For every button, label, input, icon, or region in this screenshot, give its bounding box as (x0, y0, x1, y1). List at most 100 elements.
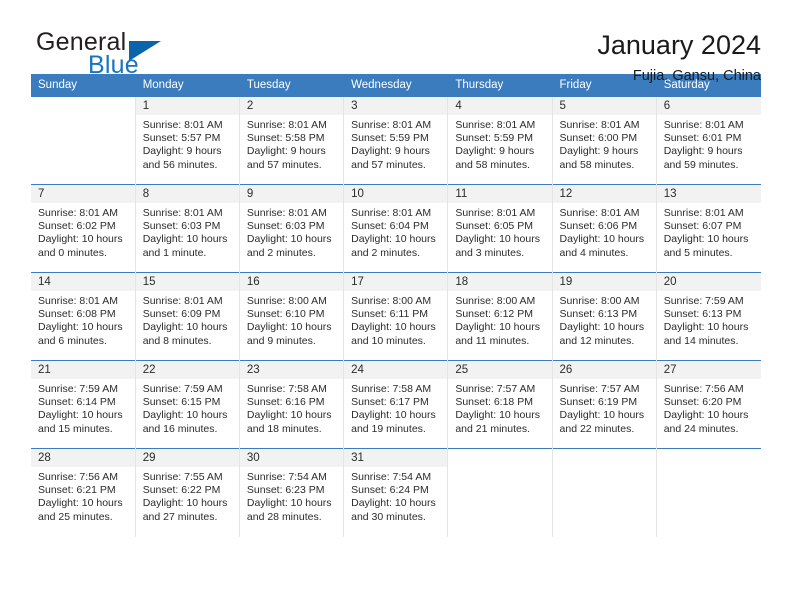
calendar-cell-day[interactable]: 29 Sunrise: 7:55 AM Sunset: 6:22 PM Dayligh… (135, 448, 240, 537)
calendar-cell-day[interactable]: 7 Sunrise: 8:01 AM Sunset: 6:02 PM Daylight… (31, 184, 136, 273)
calendar-cell-day[interactable]: 9 Sunrise: 8:01 AM Sunset: 6:03 PM Daylight… (239, 184, 345, 273)
calendar-cell-inner: 19 Sunrise: 8:00 AM Sunset: 6:13 PM Dayligh… (552, 273, 656, 360)
calendar-cell-day[interactable]: 25 Sunrise: 7:57 AM Sunset: 6:18 PM Dayligh… (447, 360, 553, 449)
day-number: 29 (135, 449, 239, 467)
day-number: 4 (448, 97, 552, 115)
calendar-cell-empty (656, 448, 761, 537)
calendar-cell-day[interactable]: 3 Sunrise: 8:01 AM Sunset: 5:59 PM Daylight… (343, 96, 449, 185)
calendar-cell-day[interactable]: 17 Sunrise: 8:00 AM Sunset: 6:11 PM Dayligh… (343, 272, 449, 361)
calendar-cell-inner: 17 Sunrise: 8:00 AM Sunset: 6:11 PM Dayligh… (344, 273, 448, 360)
sunrise-text: Sunrise: 7:57 AM (559, 383, 640, 395)
calendar-cell-day[interactable]: 1 Sunrise: 8:01 AM Sunset: 5:57 PM Daylight… (135, 96, 240, 185)
day-details: Sunrise: 7:55 AM Sunset: 6:22 PM Daylight:… (136, 467, 239, 524)
daylight-text-line1: Daylight: 10 hours (351, 233, 436, 246)
calendar-cell-day[interactable]: 4 Sunrise: 8:01 AM Sunset: 5:59 PM Daylight… (447, 96, 553, 185)
calendar-cell-day[interactable]: 13 Sunrise: 8:01 AM Sunset: 6:07 PM Dayligh… (656, 184, 761, 273)
day-details: Sunrise: 8:00 AM Sunset: 6:12 PM Daylight:… (448, 291, 551, 348)
calendar-cell-day[interactable]: 16 Sunrise: 8:00 AM Sunset: 6:10 PM Dayligh… (239, 272, 345, 361)
month-calendar: Sunday Monday Tuesday Wednesday Thursday… (31, 74, 762, 537)
sunrise-text: Sunrise: 7:59 AM (38, 383, 118, 395)
day-details: Sunrise: 8:01 AM Sunset: 5:58 PM Daylight:… (240, 115, 343, 172)
day-details: Sunrise: 8:00 AM Sunset: 6:10 PM Daylight:… (240, 291, 343, 348)
calendar-cell-day[interactable]: 30 Sunrise: 7:54 AM Sunset: 6:23 PM Dayligh… (239, 448, 345, 537)
daylight-text-line1: Daylight: 10 hours (663, 233, 749, 246)
sunset-text: Sunset: 6:13 PM (663, 308, 742, 321)
sunset-text: Sunset: 6:05 PM (455, 220, 533, 233)
day-details: Sunrise: 8:01 AM Sunset: 6:03 PM Daylight:… (136, 203, 239, 260)
calendar-cell-day[interactable]: 15 Sunrise: 8:01 AM Sunset: 6:09 PM Dayligh… (135, 272, 240, 361)
calendar-cell-day[interactable]: 2 Sunrise: 8:01 AM Sunset: 5:58 PM Daylight… (239, 96, 345, 185)
calendar-cell-inner: 8 Sunrise: 8:01 AM Sunset: 6:03 PM Daylight… (135, 185, 239, 272)
sunset-text: Sunset: 6:17 PM (351, 396, 429, 409)
calendar-cell-day[interactable]: 19 Sunrise: 8:00 AM Sunset: 6:13 PM Dayligh… (552, 272, 657, 361)
day-number: 27 (656, 361, 761, 379)
calendar-cell-day[interactable]: 6 Sunrise: 8:01 AM Sunset: 6:01 PM Daylight… (656, 96, 761, 185)
day-details: Sunrise: 7:56 AM Sunset: 6:21 PM Daylight:… (31, 467, 135, 524)
calendar-cell-day[interactable]: 26 Sunrise: 7:57 AM Sunset: 6:19 PM Dayligh… (552, 360, 657, 449)
calendar-cell-day[interactable]: 10 Sunrise: 8:01 AM Sunset: 6:04 PM Dayligh… (343, 184, 449, 273)
daylight-text-line1: Daylight: 10 hours (246, 233, 332, 246)
calendar-cell-inner: 25 Sunrise: 7:57 AM Sunset: 6:18 PM Dayligh… (448, 361, 552, 448)
calendar-cell-day[interactable]: 11 Sunrise: 8:01 AM Sunset: 6:05 PM Dayligh… (447, 184, 553, 273)
sunset-text: Sunset: 6:03 PM (246, 220, 325, 233)
sunrise-text: Sunrise: 7:57 AM (455, 383, 536, 395)
daylight-text-line2: and 24 minutes. (663, 422, 739, 435)
calendar-cell-day[interactable]: 22 Sunrise: 7:59 AM Sunset: 6:15 PM Dayligh… (135, 360, 240, 449)
day-number (31, 97, 135, 115)
sunset-text: Sunset: 6:04 PM (351, 220, 429, 233)
daylight-text-line2: and 27 minutes. (142, 510, 218, 523)
sunrise-text: Sunrise: 8:01 AM (142, 119, 223, 131)
sunset-text: Sunset: 6:02 PM (38, 220, 116, 233)
calendar-cell-day[interactable]: 28 Sunrise: 7:56 AM Sunset: 6:21 PM Dayligh… (31, 448, 136, 537)
calendar-cell-day[interactable]: 21 Sunrise: 7:59 AM Sunset: 6:14 PM Dayligh… (31, 360, 136, 449)
daylight-text-line1: Daylight: 9 hours (246, 145, 326, 158)
weekday-header-wednesday: Wednesday (343, 74, 449, 97)
daylight-text-line2: and 59 minutes. (663, 158, 739, 171)
calendar-page: General Blue January 2024 Fujia, Gansu, … (0, 0, 792, 612)
calendar-cell-day[interactable]: 8 Sunrise: 8:01 AM Sunset: 6:03 PM Daylight… (135, 184, 240, 273)
sunrise-text: Sunrise: 8:01 AM (455, 119, 536, 131)
calendar-cell-inner: 5 Sunrise: 8:01 AM Sunset: 6:00 PM Daylight… (552, 97, 656, 184)
daylight-text-line2: and 58 minutes. (559, 158, 635, 171)
sunrise-text: Sunrise: 8:01 AM (246, 207, 327, 219)
calendar-cell-day[interactable]: 18 Sunrise: 8:00 AM Sunset: 6:12 PM Dayligh… (447, 272, 553, 361)
calendar-cell-inner: 10 Sunrise: 8:01 AM Sunset: 6:04 PM Dayligh… (344, 185, 448, 272)
calendar-cell-inner: 26 Sunrise: 7:57 AM Sunset: 6:19 PM Dayligh… (552, 361, 656, 448)
calendar-cell-day[interactable]: 14 Sunrise: 8:01 AM Sunset: 6:08 PM Dayligh… (31, 272, 136, 361)
daylight-text-line2: and 8 minutes. (142, 334, 212, 347)
calendar-cell-inner: 27 Sunrise: 7:56 AM Sunset: 6:20 PM Dayligh… (656, 361, 761, 448)
daylight-text-line2: and 10 minutes. (351, 334, 426, 347)
calendar-cell-inner: 29 Sunrise: 7:55 AM Sunset: 6:22 PM Dayligh… (135, 449, 239, 537)
calendar-cell-day[interactable]: 12 Sunrise: 8:01 AM Sunset: 6:06 PM Dayligh… (552, 184, 657, 273)
day-number: 16 (239, 273, 344, 291)
calendar-cell-inner: 30 Sunrise: 7:54 AM Sunset: 6:23 PM Dayligh… (239, 449, 344, 537)
calendar-body: 1 Sunrise: 8:01 AM Sunset: 5:57 PM Daylight… (31, 96, 761, 537)
calendar-cell-day[interactable]: 27 Sunrise: 7:56 AM Sunset: 6:20 PM Dayligh… (656, 360, 761, 449)
calendar-cell-day[interactable]: 23 Sunrise: 7:58 AM Sunset: 6:16 PM Dayligh… (239, 360, 345, 449)
sunrise-text: Sunrise: 7:54 AM (246, 471, 327, 483)
calendar-cell-inner: 20 Sunrise: 7:59 AM Sunset: 6:13 PM Dayligh… (656, 273, 761, 360)
day-details: Sunrise: 8:01 AM Sunset: 6:02 PM Daylight:… (31, 203, 135, 260)
sunset-text: Sunset: 6:24 PM (351, 484, 429, 497)
sunrise-text: Sunrise: 8:01 AM (38, 207, 118, 219)
day-details: Sunrise: 8:01 AM Sunset: 6:08 PM Daylight:… (31, 291, 135, 348)
day-number: 1 (135, 97, 239, 115)
calendar-cell-day[interactable]: 31 Sunrise: 7:54 AM Sunset: 6:24 PM Dayligh… (343, 448, 449, 537)
daylight-text-line1: Daylight: 10 hours (559, 409, 645, 422)
calendar-week-row: 21 Sunrise: 7:59 AM Sunset: 6:14 PM Dayligh… (31, 360, 761, 449)
calendar-cell-inner: 23 Sunrise: 7:58 AM Sunset: 6:16 PM Dayligh… (239, 361, 344, 448)
general-blue-logo[interactable]: General Blue (31, 28, 241, 80)
sunset-text: Sunset: 6:11 PM (351, 308, 428, 321)
calendar-cell-day[interactable]: 5 Sunrise: 8:01 AM Sunset: 6:00 PM Daylight… (552, 96, 657, 185)
daylight-text-line2: and 12 minutes. (559, 334, 635, 347)
daylight-text-line1: Daylight: 10 hours (142, 233, 228, 246)
calendar-cell-day[interactable]: 20 Sunrise: 7:59 AM Sunset: 6:13 PM Dayligh… (656, 272, 761, 361)
sunset-text: Sunset: 6:14 PM (38, 396, 116, 409)
daylight-text-line1: Daylight: 9 hours (351, 145, 430, 158)
daylight-text-line1: Daylight: 9 hours (663, 145, 743, 158)
daylight-text-line2: and 57 minutes. (351, 158, 426, 171)
daylight-text-line2: and 19 minutes. (351, 422, 426, 435)
sunrise-text: Sunrise: 7:58 AM (246, 383, 327, 395)
calendar-cell-inner: 24 Sunrise: 7:58 AM Sunset: 6:17 PM Dayligh… (344, 361, 448, 448)
calendar-cell-day[interactable]: 24 Sunrise: 7:58 AM Sunset: 6:17 PM Dayligh… (343, 360, 449, 449)
